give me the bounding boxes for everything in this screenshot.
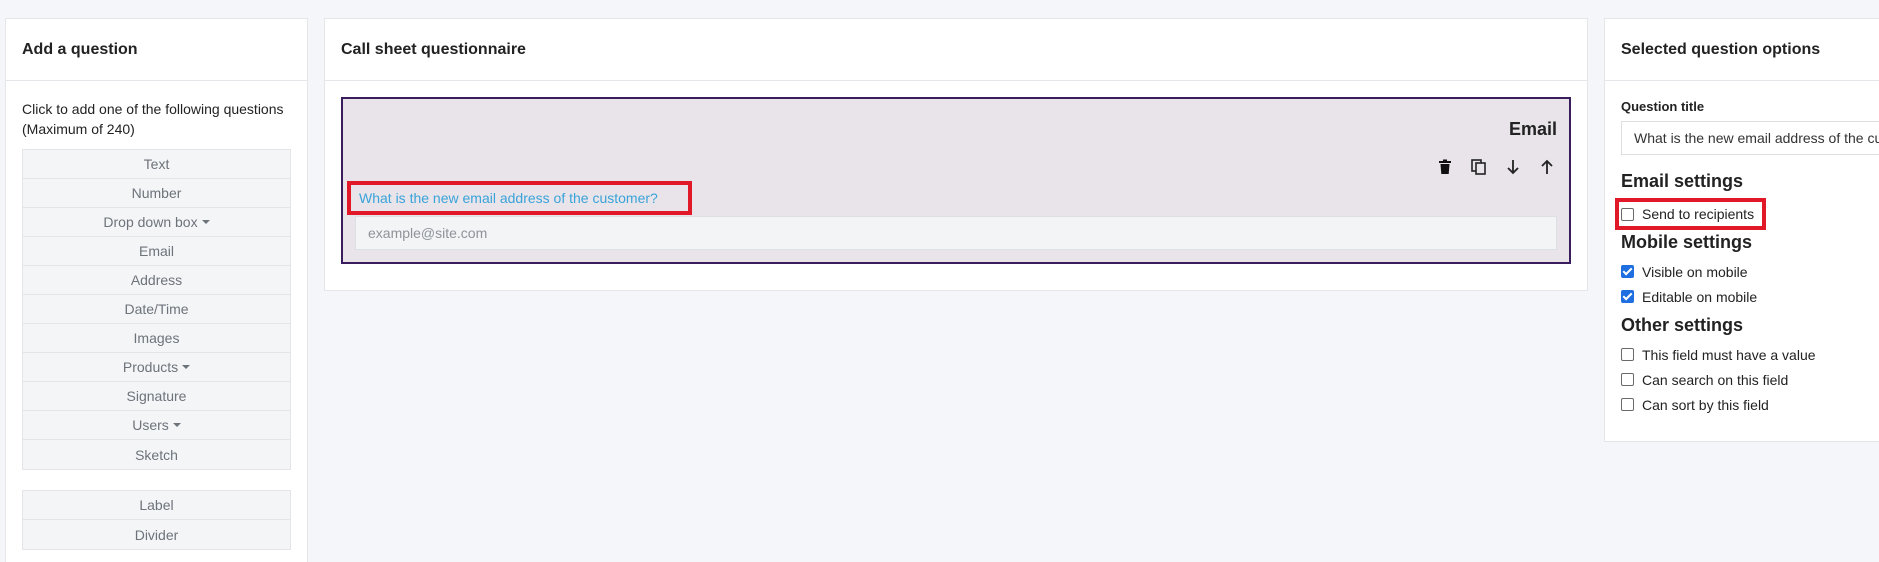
add-question-panel: Add a question Click to add one of the f…: [5, 18, 308, 562]
question-title-label: Question title: [1621, 99, 1705, 114]
questionnaire-panel: Call sheet questionnaire Email What is t…: [324, 18, 1588, 291]
visible-on-mobile-option[interactable]: Visible on mobile: [1621, 259, 1877, 284]
question-type-label: Users: [132, 417, 169, 433]
mobile-settings-heading: Mobile settings: [1621, 232, 1753, 252]
copy-icon[interactable]: [1467, 155, 1491, 179]
question-label-highlight: What is the new email address of the cus…: [347, 181, 692, 215]
question-type-heading: Email: [1508, 119, 1557, 139]
question-title-input[interactable]: [1621, 121, 1879, 155]
question-type-label: Email: [138, 243, 174, 259]
trash-icon[interactable]: [1433, 155, 1457, 179]
visible-on-mobile-label: Visible on mobile: [1642, 263, 1748, 280]
question-type-signature[interactable]: Signature: [23, 382, 290, 411]
layout-type-label[interactable]: Label: [23, 491, 290, 520]
send-to-recipients-label: Send to recipients: [1642, 206, 1755, 222]
sortable-field-option[interactable]: Can sort by this field: [1621, 392, 1877, 417]
question-type-text[interactable]: Text: [23, 150, 290, 179]
send-to-recipients-highlight: Send to recipients: [1615, 198, 1767, 230]
email-answer-field[interactable]: [355, 216, 1557, 250]
question-type-users[interactable]: Users: [23, 411, 290, 440]
sortable-field-checkbox[interactable]: [1621, 398, 1634, 411]
caret-down-icon: [201, 220, 210, 224]
send-to-recipients-option[interactable]: Send to recipients: [1621, 202, 1754, 227]
searchable-field-label: Can search on this field: [1642, 371, 1789, 388]
caret-down-icon: [182, 365, 191, 369]
question-type-label: Divider: [134, 526, 179, 543]
question-toolbar: [1433, 155, 1559, 179]
arrow-up-icon[interactable]: [1535, 155, 1559, 179]
question-type-address[interactable]: Address: [23, 266, 290, 295]
email-settings-heading: Email settings: [1621, 171, 1744, 191]
layout-element-list: Label Divider: [22, 490, 291, 550]
question-type-label: Products: [122, 359, 179, 375]
required-field-label: This field must have a value: [1642, 346, 1816, 363]
question-type-list: Text Number Drop down box Email Address …: [22, 149, 291, 470]
editable-on-mobile-label: Editable on mobile: [1642, 288, 1758, 305]
visible-on-mobile-checkbox[interactable]: [1621, 265, 1634, 278]
required-field-checkbox[interactable]: [1621, 348, 1634, 361]
questionnaire-title: Call sheet questionnaire: [325, 19, 1587, 81]
question-type-number[interactable]: Number: [23, 179, 290, 208]
question-type-label: Images: [133, 330, 180, 346]
question-type-products[interactable]: Products: [23, 353, 290, 382]
add-question-intro: Click to add one of the following questi…: [22, 101, 284, 137]
question-type-images[interactable]: Images: [23, 324, 290, 353]
question-card[interactable]: Email What is the new email address of t…: [341, 97, 1571, 264]
layout-type-divider[interactable]: Divider: [23, 520, 290, 549]
question-type-label: Label: [139, 497, 174, 513]
question-type-sketch[interactable]: Sketch: [23, 440, 290, 469]
question-options-title: Selected question options: [1605, 19, 1879, 81]
searchable-field-checkbox[interactable]: [1621, 373, 1634, 386]
question-label[interactable]: What is the new email address of the cus…: [359, 190, 658, 206]
question-type-label: Number: [131, 185, 182, 201]
editable-on-mobile-checkbox[interactable]: [1621, 290, 1634, 303]
question-type-label: Text: [143, 156, 170, 172]
sortable-field-label: Can sort by this field: [1642, 396, 1769, 413]
question-options-panel: Selected question options Question title…: [1604, 18, 1879, 442]
other-settings-heading: Other settings: [1621, 315, 1744, 335]
send-to-recipients-checkbox[interactable]: [1621, 207, 1634, 221]
add-question-title: Add a question: [6, 19, 307, 81]
caret-down-icon: [172, 423, 181, 427]
editable-on-mobile-option[interactable]: Editable on mobile: [1621, 284, 1877, 309]
arrow-down-icon[interactable]: [1501, 155, 1525, 179]
question-type-label: Signature: [126, 388, 187, 404]
question-type-dropdown[interactable]: Drop down box: [23, 208, 290, 237]
question-type-label: Date/Time: [124, 301, 189, 317]
required-field-option[interactable]: This field must have a value: [1621, 342, 1877, 367]
question-type-label: Address: [130, 272, 183, 288]
question-type-email[interactable]: Email: [23, 237, 290, 266]
question-type-label: Drop down box: [103, 214, 198, 230]
question-type-datetime[interactable]: Date/Time: [23, 295, 290, 324]
question-type-label: Sketch: [135, 446, 178, 463]
searchable-field-option[interactable]: Can search on this field: [1621, 367, 1877, 392]
